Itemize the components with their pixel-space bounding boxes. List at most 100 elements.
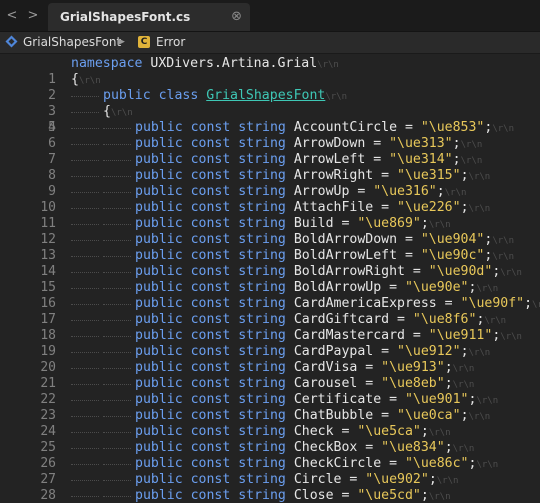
assign-operator: = xyxy=(436,296,461,311)
eol-marker: \r\n xyxy=(452,444,475,454)
line-number: 10 xyxy=(40,200,56,215)
member-modifiers: public const string xyxy=(135,392,286,407)
semicolon: ; xyxy=(452,136,461,151)
member-modifiers: public const string xyxy=(135,280,286,295)
member-modifiers: public const string xyxy=(135,408,286,423)
constant-value: "\ue90c" xyxy=(420,248,485,263)
eol-marker: \r\n xyxy=(492,252,515,262)
code-line: 25 public const string CheckBox = "\ue834… xyxy=(0,440,540,456)
forward-arrow-icon[interactable]: > xyxy=(27,9,39,23)
member-modifiers: public const string xyxy=(135,184,286,199)
line-number: 20 xyxy=(40,360,56,375)
semicolon: ; xyxy=(436,184,445,199)
eol-marker: \r\n xyxy=(476,460,499,470)
indent-guide xyxy=(71,120,99,129)
constant-name: CardPaypal xyxy=(293,344,374,359)
back-arrow-icon[interactable]: < xyxy=(6,9,18,23)
indent-guide xyxy=(103,360,131,369)
indent-guide xyxy=(71,216,99,225)
indent-guide xyxy=(71,152,99,161)
eol-marker: \r\n xyxy=(325,92,348,102)
line-number: 15 xyxy=(40,280,56,295)
indent-guide xyxy=(71,440,99,449)
code-line: 19 public const string CardPaypal = "\ue9… xyxy=(0,344,540,360)
constant-value: "\ue313" xyxy=(389,136,453,151)
constant-value: "\ue834" xyxy=(381,440,445,455)
line-number: 17 xyxy=(40,312,56,327)
assign-operator: = xyxy=(333,488,358,503)
semicolon: ; xyxy=(420,424,429,439)
semicolon: ; xyxy=(460,200,469,215)
constant-value: "\ue86c" xyxy=(404,456,469,471)
line-number: 8 xyxy=(48,168,56,183)
member-modifiers: public const string xyxy=(135,440,286,455)
code-line: 7 public const string ArrowLeft = "\ue314… xyxy=(0,152,540,168)
indent-guide xyxy=(71,280,99,289)
file-tab[interactable]: GrialShapesFont.cs ⊗ xyxy=(48,3,250,31)
eol-marker: \r\n xyxy=(452,380,475,390)
line-number: 12 xyxy=(40,232,56,247)
constant-name: BoldArrowLeft xyxy=(293,248,398,263)
assign-operator: = xyxy=(397,232,421,247)
code-line: 16 public const string CardAmericaExpress… xyxy=(0,296,540,312)
member-modifiers: public const string xyxy=(135,168,286,183)
member-modifiers: public const string xyxy=(135,456,286,471)
constant-value: "\ue911" xyxy=(428,328,493,343)
semicolon: ; xyxy=(444,440,453,455)
semicolon: ; xyxy=(524,296,533,311)
eol-marker: \r\n xyxy=(492,236,515,246)
indent-guide xyxy=(103,168,131,177)
breadcrumb-separator-icon: ▶ xyxy=(118,37,125,47)
code-line: 23 public const string ChatBubble = "\ue0… xyxy=(0,408,540,424)
code-line: 5 public const string AccountCircle = "\u… xyxy=(0,120,540,136)
indent-guide xyxy=(71,264,99,273)
constant-value: "\ue5cd" xyxy=(357,488,421,503)
code-line: 20 public const string CardVisa = "\ue913… xyxy=(0,360,540,376)
project-icon[interactable] xyxy=(5,35,18,48)
eol-marker: \r\n xyxy=(476,284,499,294)
assign-operator: = xyxy=(389,312,413,327)
breadcrumb-project[interactable]: GrialShapesFont xyxy=(23,35,121,49)
constant-value: "\ue901" xyxy=(404,392,469,407)
constant-name: Carousel xyxy=(293,376,358,391)
member-modifiers: public const string xyxy=(135,376,286,391)
assign-operator: = xyxy=(397,120,421,135)
assign-operator: = xyxy=(357,376,382,391)
code-line: 27 public const string Circle = "\ue902";… xyxy=(0,472,540,488)
close-icon[interactable]: ⊗ xyxy=(231,9,242,24)
indent-guide xyxy=(71,248,99,257)
code-line: 18 public const string CardMastercard = "… xyxy=(0,328,540,344)
code-line: 13 public const string BoldArrowLeft = "\… xyxy=(0,248,540,264)
constant-name: CheckCircle xyxy=(293,456,382,471)
indent-guide xyxy=(103,344,131,353)
eol-marker: \r\n xyxy=(532,300,540,310)
line-number: 13 xyxy=(40,248,56,263)
indent-guide xyxy=(103,376,131,385)
member-modifiers: public const string xyxy=(135,344,286,359)
indent-guide xyxy=(71,168,99,177)
assign-operator: = xyxy=(333,216,358,231)
semicolon: ; xyxy=(460,168,469,183)
eol-marker: \r\n xyxy=(428,220,451,230)
eol-marker: \r\n xyxy=(492,124,515,134)
eol-marker: \r\n xyxy=(468,412,491,422)
eol-marker: \r\n xyxy=(78,76,101,86)
line-number: 9 xyxy=(48,184,56,199)
code-line: 24 public const string Check = "\ue5ca";\… xyxy=(0,424,540,440)
semicolon: ; xyxy=(420,488,429,503)
constant-name: CardAmericaExpress xyxy=(293,296,437,311)
code-line: 1 namespace UXDivers.Artina.Grial\r\n xyxy=(0,56,540,87)
assign-operator: = xyxy=(373,168,398,183)
line-number: 21 xyxy=(40,376,56,391)
constant-value: "\ue90d" xyxy=(428,264,493,279)
indent-guide xyxy=(103,280,131,289)
constant-value: "\ue912" xyxy=(397,344,461,359)
eol-marker: \r\n xyxy=(468,172,491,182)
breadcrumb-member[interactable]: Error xyxy=(156,35,185,49)
line-number: 19 xyxy=(40,344,56,359)
code-editor[interactable]: 1 namespace UXDivers.Artina.Grial\r\n 2 … xyxy=(0,54,540,503)
indent-guide xyxy=(103,456,131,465)
class-name[interactable]: GrialShapesFont xyxy=(206,88,325,103)
indent-guide xyxy=(71,408,99,417)
indent-guide xyxy=(103,216,131,225)
